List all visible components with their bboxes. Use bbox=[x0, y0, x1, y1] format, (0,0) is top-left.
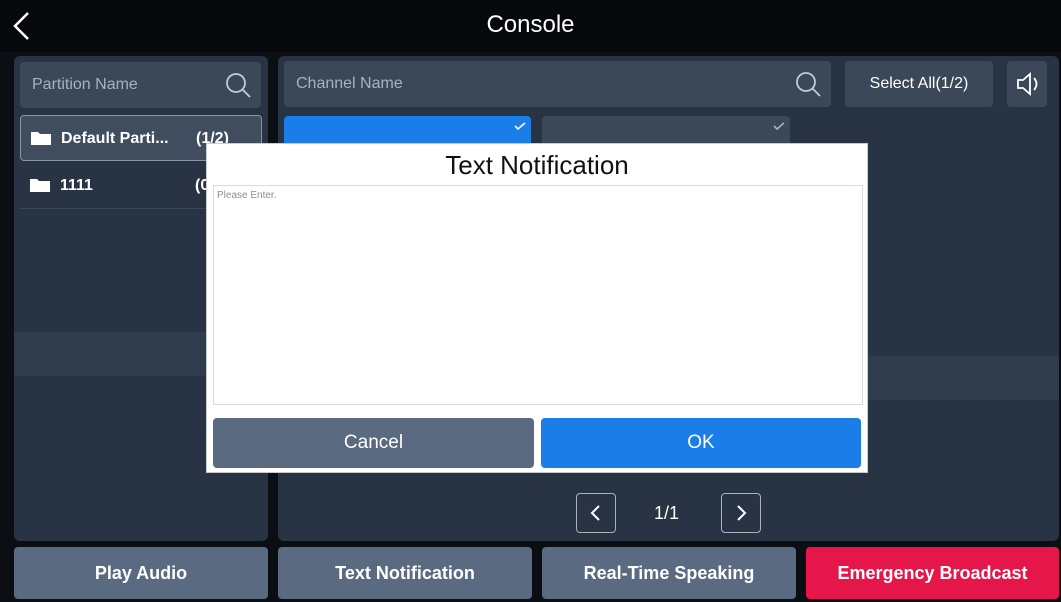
partition-search-input[interactable]: Partition Name bbox=[20, 62, 261, 108]
chevron-left-icon bbox=[577, 505, 615, 536]
search-icon[interactable] bbox=[793, 69, 823, 99]
partition-search-placeholder: Partition Name bbox=[32, 76, 138, 93]
real-time-speaking-button[interactable]: Real-Time Speaking bbox=[542, 547, 796, 599]
partition-name: Default Parti... bbox=[61, 130, 169, 147]
select-all-button[interactable]: Select All(1/2) bbox=[845, 61, 993, 107]
dialog-title: Text Notification bbox=[445, 150, 629, 180]
notification-placeholder: Please Enter. bbox=[217, 190, 277, 201]
chevron-right-icon bbox=[722, 505, 760, 536]
check-icon bbox=[513, 118, 527, 131]
folder-icon bbox=[31, 131, 51, 145]
speaker-icon bbox=[1007, 72, 1047, 111]
partition-name: 1111 bbox=[60, 177, 93, 194]
channel-search-input[interactable]: Channel Name bbox=[284, 61, 831, 107]
text-notification-dialog: Text Notification Please Enter. Cancel O… bbox=[206, 143, 868, 473]
speaker-button[interactable] bbox=[1007, 61, 1047, 107]
next-page-button[interactable] bbox=[721, 493, 761, 533]
ok-button[interactable]: OK bbox=[541, 418, 861, 468]
notification-text-input[interactable]: Please Enter. bbox=[213, 185, 863, 405]
channel-card-selected[interactable] bbox=[284, 116, 531, 146]
play-audio-button[interactable]: Play Audio bbox=[14, 547, 268, 599]
channel-card-unselected[interactable] bbox=[542, 116, 790, 146]
text-notification-button[interactable]: Text Notification bbox=[278, 547, 532, 599]
page-indicator: 1/1 bbox=[654, 503, 680, 523]
check-icon bbox=[772, 118, 786, 131]
cancel-button[interactable]: Cancel bbox=[213, 418, 534, 468]
page-title: Console bbox=[486, 11, 575, 38]
channel-search-placeholder: Channel Name bbox=[296, 75, 403, 92]
prev-page-button[interactable] bbox=[576, 493, 616, 533]
emergency-broadcast-button[interactable]: Emergency Broadcast bbox=[806, 547, 1059, 599]
search-icon[interactable] bbox=[223, 70, 253, 100]
top-bar: Console bbox=[0, 0, 1061, 52]
folder-icon bbox=[30, 178, 50, 192]
